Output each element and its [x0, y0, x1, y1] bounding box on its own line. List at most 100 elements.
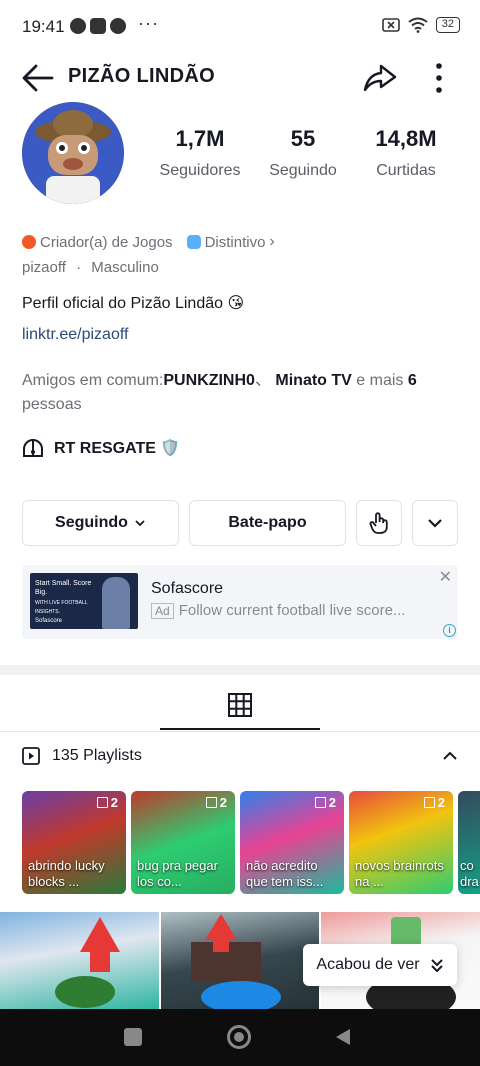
ad-thumb-subtext: WITH LIVE FOOTBALL INSIGHTS.: [35, 600, 88, 615]
video-thumbnail-art: [191, 914, 281, 1010]
distinctive-badge-icon: [186, 235, 201, 249]
system-navigation-bar: [0, 1009, 480, 1066]
following-button-label: Seguindo: [55, 514, 128, 531]
friend-name: PUNKZINH0: [163, 372, 255, 389]
likes-count: 14,8M: [375, 126, 437, 151]
ad-thumb-person: [102, 577, 130, 629]
poke-button[interactable]: [356, 500, 402, 546]
ad-title: Sofascore: [151, 580, 224, 597]
playlist-card[interactable]: co dra: [458, 791, 480, 894]
gender: Masculino: [91, 259, 159, 276]
hand-tap-icon: [369, 512, 388, 534]
playlist-caption: bug pra pegar los co...: [137, 858, 218, 889]
following-count: 55: [290, 126, 316, 151]
playlist-caption: novos brainrots na ...: [355, 858, 444, 889]
friend-name: Minato TV: [275, 372, 352, 389]
chevron-up-icon[interactable]: [442, 748, 458, 764]
back-arrow-icon[interactable]: [20, 60, 56, 96]
info-icon[interactable]: i: [443, 624, 456, 637]
back-triangle-icon[interactable]: [334, 1027, 352, 1047]
friends-count: 6: [407, 372, 417, 389]
notification-icons: [70, 18, 126, 34]
playlist-video-count: 2: [315, 795, 336, 810]
playlist-card[interactable]: 2 abrindo lucky blocks ...: [22, 791, 126, 894]
ad-label: Ad: [151, 603, 174, 619]
profile-link[interactable]: linktr.ee/pizaoff: [22, 326, 128, 344]
sponsored-ad[interactable]: Start Small. Score Big. WITH LIVE FOOTBA…: [22, 565, 458, 639]
group-name: RT RESGATE 🛡️: [54, 440, 181, 457]
section-divider: [0, 665, 480, 675]
ad-thumb-text: Start Small. Score Big.: [35, 580, 92, 596]
distinctive-label: Distintivo: [204, 233, 266, 251]
meta-separator: ·: [76, 259, 82, 276]
playlist-card[interactable]: 2 bug pra pegar los co...: [131, 791, 235, 894]
playlist-video-count: 2: [206, 795, 227, 810]
video-thumbnail[interactable]: [0, 912, 159, 1010]
recent-apps-icon[interactable]: [124, 1028, 142, 1046]
battery-indicator: 32: [435, 17, 460, 33]
playlist-caption: abrindo lucky blocks ...: [28, 858, 105, 889]
playlist-video-count: 2: [424, 795, 445, 810]
ad-description-row: Ad Follow current football live score...: [151, 602, 451, 619]
more-options-icon[interactable]: [424, 60, 454, 96]
friends-suffix: pessoas: [22, 396, 82, 413]
recently-viewed-button[interactable]: Acabou de ver: [303, 944, 457, 986]
playlist-caption: co dra: [460, 858, 479, 889]
chevron-right-icon: ›: [269, 233, 275, 250]
playlist-card[interactable]: 2 novos brainrots na ...: [349, 791, 453, 894]
recently-viewed-label: Acabou de ver: [316, 956, 420, 973]
expand-suggestions-button[interactable]: [412, 500, 458, 546]
group-row[interactable]: RT RESGATE 🛡️: [22, 438, 180, 458]
chevron-down-icon: [135, 520, 145, 527]
profile-header: PIZÃO LINDÃO: [0, 52, 480, 104]
playlist-caption: não acredito que tem iss...: [246, 858, 324, 889]
username: pizaoff: [22, 259, 66, 276]
ad-thumbnail: Start Small. Score Big. WITH LIVE FOOTBA…: [30, 573, 138, 629]
video-thumbnail[interactable]: [161, 912, 319, 1010]
facebook-icon: [110, 18, 126, 34]
ad-description: Follow current football live score...: [178, 602, 406, 619]
share-icon[interactable]: [362, 60, 398, 96]
no-sim-icon: [381, 18, 400, 32]
status-bar: 19:41 ··· 32: [0, 0, 480, 52]
followers-label: Seguidores: [159, 162, 241, 179]
following-button[interactable]: Seguindo: [22, 500, 179, 546]
ad-thumb-logo: Sofascore: [35, 618, 63, 624]
group-icon: [23, 439, 43, 457]
close-icon[interactable]: ✕: [439, 567, 452, 587]
followers-count: 1,7M: [175, 126, 225, 151]
video-thumbnail-art: [55, 917, 120, 1008]
likes-stat[interactable]: 14,8M Curtidas: [358, 126, 454, 180]
avatar[interactable]: [22, 102, 124, 204]
game-controller-icon: [90, 18, 106, 34]
tab-videos[interactable]: [160, 676, 320, 730]
grid-icon: [228, 693, 252, 717]
profile-meta: pizaoff · Masculino: [22, 259, 159, 276]
page-title: PIZÃO LINDÃO: [68, 65, 215, 87]
playlists-count: 135 Playlists: [52, 747, 142, 764]
status-time: 19:41: [22, 17, 65, 36]
followers-stat[interactable]: 1,7M Seguidores: [150, 126, 250, 180]
tab-divider: [0, 731, 480, 732]
facebook-icon: [70, 18, 86, 34]
creator-label: Criador(a) de Jogos: [40, 233, 173, 251]
system-icons: 32: [381, 17, 460, 33]
following-label: Seguindo: [269, 162, 337, 179]
chat-button-label: Bate-papo: [228, 514, 307, 531]
friends-prefix: Amigos em comum:: [22, 372, 164, 389]
mutual-friends[interactable]: Amigos em comum:PUNKZINH0、 Minato TV e m…: [22, 369, 442, 417]
playlist-card[interactable]: 2 não acredito que tem iss...: [240, 791, 344, 894]
chevron-down-icon: [428, 519, 442, 528]
following-stat[interactable]: 55 Seguindo: [258, 126, 348, 180]
friend-separator: 、: [254, 372, 271, 389]
wifi-icon: [408, 17, 428, 33]
chat-button[interactable]: Bate-papo: [189, 500, 346, 546]
avatar-image: [22, 102, 124, 204]
playlists-header[interactable]: 135 Playlists: [22, 747, 142, 765]
creator-badges-row[interactable]: Criador(a) de Jogos Distintivo ›: [22, 233, 275, 251]
home-icon[interactable]: [227, 1025, 251, 1049]
playlist-video-count: 2: [97, 795, 118, 810]
double-chevron-down-icon: [430, 959, 443, 973]
playlist-icon: [22, 747, 40, 765]
likes-label: Curtidas: [376, 162, 436, 179]
